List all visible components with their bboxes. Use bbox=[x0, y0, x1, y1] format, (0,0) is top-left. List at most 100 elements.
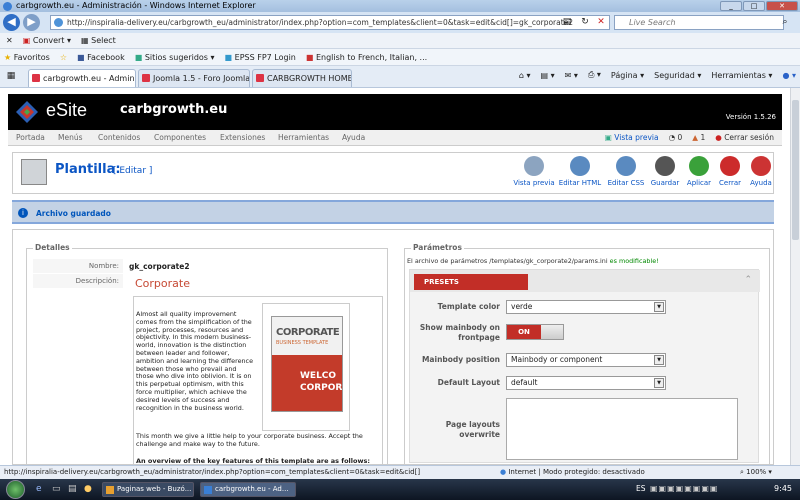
status-bar: http://inspiralia-delivery.eu/carbgrowth… bbox=[0, 465, 800, 479]
tab-joomla-forum[interactable]: Joomla 1.5 - Foro Joomla ... bbox=[138, 69, 250, 87]
status-zone: ● Internet | Modo protegido: desactivado bbox=[500, 466, 645, 479]
tray-icons[interactable]: ▣▣▣▣▣▣▣▣ bbox=[650, 484, 718, 493]
close-window-button[interactable]: ✕ bbox=[766, 1, 798, 11]
menu-menus[interactable]: Menús bbox=[58, 133, 83, 142]
favorites-bar: ★ Favoritos ☆ ■ Facebook ■ Sitios sugeri… bbox=[0, 49, 800, 66]
presets-header[interactable]: PRESETS ⌃ bbox=[410, 270, 760, 292]
menu-extensiones[interactable]: Extensiones bbox=[220, 133, 265, 142]
logout-link[interactable]: ● Cerrar sesión bbox=[715, 133, 774, 142]
live-search-input[interactable]: Live Search bbox=[614, 15, 784, 30]
menu-componentes[interactable]: Componentes bbox=[154, 133, 206, 142]
favorite-item[interactable]: ■ EPSS FP7 Login bbox=[225, 53, 296, 62]
favorite-item[interactable]: ■ English to French, Italian, ... bbox=[306, 53, 427, 62]
logo-text: eSite bbox=[46, 100, 88, 120]
clock[interactable]: 9:45 bbox=[774, 484, 792, 493]
save-icon bbox=[655, 156, 675, 176]
preview-link[interactable]: ▣ Vista previa bbox=[605, 133, 659, 142]
forward-button[interactable]: ▶ bbox=[23, 14, 40, 31]
message-text: Archivo guardado bbox=[36, 209, 111, 218]
menu-herramientas[interactable]: Herramientas bbox=[278, 133, 329, 142]
print-icon[interactable]: ⎙ ▾ bbox=[588, 70, 601, 80]
menu-portada[interactable]: Portada bbox=[16, 133, 45, 142]
template-color-label: Template color bbox=[437, 302, 500, 311]
description-box: Almost all quality improvement comes fro… bbox=[133, 296, 383, 465]
toolbar-help-button[interactable]: Ayuda bbox=[739, 156, 783, 187]
home-icon[interactable]: ⌂ ▾ bbox=[519, 71, 531, 80]
tab-favicon bbox=[256, 74, 264, 82]
quicklaunch-app-icon[interactable]: ● bbox=[84, 484, 92, 494]
taskbar-item-browser[interactable]: carbgrowth.eu - Ad... bbox=[200, 482, 296, 497]
users-count[interactable]: ▲ 1 bbox=[692, 133, 705, 142]
default-layout-label: Default Layout bbox=[437, 378, 500, 387]
logout-label: Cerrar sesión bbox=[724, 133, 774, 142]
lifebuoy-icon bbox=[751, 156, 771, 176]
compat-icon[interactable]: ▤ bbox=[560, 16, 574, 29]
address-input[interactable]: http://inspiralia-delivery.eu/carbgrowth… bbox=[50, 15, 610, 30]
back-button[interactable]: ◀ bbox=[3, 14, 20, 31]
zoom-control[interactable]: ⌕ 100% ▾ bbox=[740, 466, 772, 479]
address-bar-row: ◀ ▶ http://inspiralia-delivery.eu/carbgr… bbox=[0, 12, 800, 33]
maximize-button[interactable]: □ bbox=[743, 1, 765, 11]
tab-admin[interactable]: carbgrowth.eu - Admin... ✕ bbox=[28, 69, 136, 87]
favorites-button[interactable]: ★ Favoritos bbox=[4, 53, 50, 62]
favorite-label: Sitios sugeridos bbox=[144, 52, 208, 62]
default-layout-select[interactable]: default ▼ bbox=[506, 376, 666, 390]
template-color-select[interactable]: verde ▼ bbox=[506, 300, 666, 314]
description-paragraph: Almost all quality improvement comes fro… bbox=[136, 310, 254, 412]
window-title: carbgrowth.eu - Administración - Windows… bbox=[16, 1, 256, 10]
params-file-info: El archivo de parámetros /templates/gk_c… bbox=[407, 257, 659, 265]
page-menu[interactable]: Página ▾ bbox=[611, 71, 644, 80]
quicklaunch-desktop-icon[interactable]: ▭ bbox=[52, 484, 61, 494]
menu-ayuda[interactable]: Ayuda bbox=[342, 133, 365, 142]
folder-icon bbox=[106, 486, 114, 494]
users-icon: ▲ bbox=[692, 133, 699, 142]
chevron-up-icon[interactable]: ⌃ bbox=[744, 275, 752, 285]
add-favorite-icon[interactable]: ☆ bbox=[60, 53, 67, 62]
select-button[interactable]: ▦ Select bbox=[81, 36, 116, 45]
show-mainbody-toggle[interactable]: ON bbox=[506, 324, 564, 340]
favorite-item[interactable]: ■ Facebook bbox=[77, 53, 125, 62]
tab-carbgrowth-home[interactable]: CARBGROWTH HOME bbox=[252, 69, 352, 87]
toolbar-label: Ayuda bbox=[750, 179, 772, 187]
favorite-item[interactable]: ■ Sitios sugeridos ▾ bbox=[135, 53, 215, 62]
toolbar-edit-css-button[interactable]: Editar CSS bbox=[604, 156, 648, 187]
name-value: gk_corporate2 bbox=[129, 262, 190, 271]
mainbody-position-label: Mainbody position bbox=[421, 355, 500, 364]
stop-icon[interactable]: ✕ bbox=[594, 16, 608, 29]
mainbody-position-select[interactable]: Mainbody or component ▼ bbox=[506, 353, 666, 367]
close-toolbar-icon[interactable]: ✕ bbox=[6, 36, 13, 45]
description-label: Descripción: bbox=[33, 274, 123, 288]
feeds-icon[interactable]: ▤ ▾ bbox=[541, 71, 555, 80]
minimize-button[interactable]: _ bbox=[720, 1, 742, 11]
toolbar-label: Editar CSS bbox=[607, 179, 645, 187]
search-icon[interactable]: ⌕ bbox=[778, 16, 792, 29]
scrollbar-thumb[interactable] bbox=[792, 100, 799, 240]
page-scrollbar[interactable] bbox=[790, 88, 800, 465]
quicklaunch-ie-icon[interactable]: e bbox=[36, 484, 42, 494]
quicklaunch-switch-icon[interactable]: ▤ bbox=[68, 484, 77, 494]
safety-menu[interactable]: Seguridad ▾ bbox=[654, 71, 701, 80]
taskbar-item-mail[interactable]: Paginas web - Buzó... bbox=[102, 482, 194, 497]
messages-count[interactable]: ◔ 0 bbox=[669, 133, 683, 142]
start-button[interactable] bbox=[6, 480, 25, 499]
favorite-label: EPSS FP7 Login bbox=[234, 52, 296, 62]
name-label: Nombre: bbox=[33, 259, 123, 273]
close-icon bbox=[720, 156, 740, 176]
favorite-label: Facebook bbox=[87, 52, 125, 62]
checkmark-icon bbox=[689, 156, 709, 176]
tab-label: carbgrowth.eu - Admin... bbox=[43, 74, 136, 83]
page-icon: ■ bbox=[224, 52, 233, 62]
quick-tabs-icon[interactable]: ▦ bbox=[4, 70, 18, 83]
menu-contenidos[interactable]: Contenidos bbox=[98, 133, 140, 142]
toolbar-edit-html-button[interactable]: Editar HTML bbox=[558, 156, 602, 187]
language-indicator[interactable]: ES bbox=[636, 484, 646, 493]
presets-tab[interactable]: PRESETS bbox=[414, 274, 528, 290]
tools-menu[interactable]: Herramientas ▾ bbox=[711, 71, 772, 80]
convert-button[interactable]: ▣ Convert ▾ bbox=[23, 36, 71, 45]
toolbar-preview-button[interactable]: Vista previa bbox=[512, 156, 556, 187]
page-layouts-textarea[interactable] bbox=[506, 398, 738, 460]
mail-icon[interactable]: ✉ ▾ bbox=[565, 71, 578, 80]
help-icon[interactable]: ● ▾ bbox=[782, 71, 796, 80]
select-value: verde bbox=[511, 302, 533, 311]
refresh-icon[interactable]: ↻ bbox=[578, 16, 592, 29]
